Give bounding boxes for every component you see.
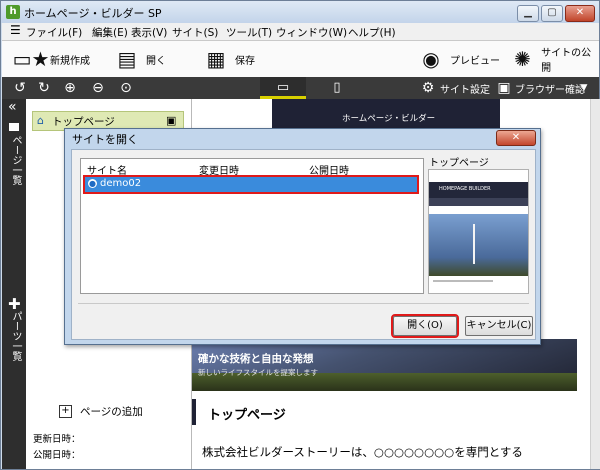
add-page-button[interactable]: + ページの追加	[59, 404, 143, 419]
preview-button[interactable]: ◉ プレビュー	[418, 45, 500, 73]
preview-button-label: プレビュー	[450, 55, 500, 67]
undo-icon[interactable]: ↺	[12, 80, 28, 96]
dialog-body: サイト名 変更日時 公開日時 ● demo02 トップページ HOMEPAGE …	[71, 149, 536, 340]
collapse-panel-button[interactable]: «	[8, 99, 17, 115]
site-row-name: demo02	[100, 178, 142, 189]
publish-button-label: サイトの公開	[541, 48, 592, 74]
menu-bar: ☰ ファイル(F) 編集(E) 表示(V) サイト(S) ツール(T) ウィンド…	[2, 23, 599, 41]
save-button[interactable]: ▦ 保存	[203, 45, 255, 73]
browser-check-button[interactable]: ブラウザー確認	[515, 81, 585, 96]
menu-view[interactable]: 表示(V)	[131, 25, 167, 40]
updated-label: 更新日時：	[33, 434, 81, 445]
page-file-icon: ▣	[166, 114, 177, 127]
preview-turbine-icon	[473, 224, 475, 264]
dialog-separator	[78, 303, 529, 304]
main-toolbar: ▭★ 新規作成 ▤ 開く ▦ 保存 ◉ プレビュー ✺ サイトの公開	[2, 41, 599, 78]
site-header-title: ホームページ・ビルダー	[342, 114, 436, 124]
zoom-reset-icon[interactable]: ⊙	[118, 80, 134, 96]
zoom-out-icon[interactable]: ⊖	[90, 80, 106, 96]
menu-edit[interactable]: 編集(E)	[92, 25, 128, 40]
preview-text	[433, 280, 493, 282]
site-preview-thumbnail: HOMEPAGE BUILDER	[428, 169, 529, 294]
new-file-icon: ▭★	[12, 47, 50, 71]
vertical-scrollbar[interactable]	[590, 99, 600, 469]
smartphone-icon: ▯	[333, 80, 341, 95]
window-title: ホームページ・ビルダー SP	[24, 7, 162, 20]
browser-icon: ▣	[497, 80, 511, 96]
new-button[interactable]: ▭★ 新規作成	[12, 45, 90, 73]
cancel-button[interactable]: キャンセル(C)	[465, 316, 533, 336]
parts-list-tab[interactable]: パーツ一覧	[8, 311, 23, 361]
redo-icon[interactable]: ↻	[36, 80, 52, 96]
site-settings-button[interactable]: サイト設定	[440, 81, 490, 96]
menu-icon[interactable]: ☰	[10, 23, 21, 37]
save-button-label: 保存	[235, 55, 255, 67]
open-site-dialog: サイトを開く ✕ サイト名 変更日時 公開日時 ● demo02 トップページ …	[64, 128, 541, 345]
section-heading: トップページ	[208, 408, 286, 423]
publish-button[interactable]: ✺ サイトの公開	[510, 45, 599, 74]
preview-nav	[429, 198, 528, 206]
preview-hero	[429, 214, 528, 276]
maximize-icon[interactable]: ▢	[541, 5, 563, 22]
monitor-icon: ▭	[276, 80, 290, 95]
zoom-in-icon[interactable]: ⊕	[62, 80, 78, 96]
open-folder-icon: ▤	[117, 47, 137, 71]
menu-site[interactable]: サイト(S)	[172, 25, 218, 40]
menu-tools[interactable]: ツール(T)	[226, 25, 272, 40]
menu-help[interactable]: ヘルプ(H)	[348, 25, 396, 40]
hero-image: 確かな技術と自由な発想 新しいライフスタイルを提案します	[192, 339, 577, 391]
col-modified[interactable]: 変更日時	[199, 162, 239, 177]
publish-globe-icon: ✺	[514, 47, 531, 71]
col-site-name[interactable]: サイト名	[87, 162, 127, 177]
col-published[interactable]: 公開日時	[309, 162, 349, 177]
heading-accent	[192, 399, 196, 425]
open-button-label: 開く	[146, 55, 166, 67]
published-label: 公開日時：	[33, 450, 81, 461]
preview-site-title: HOMEPAGE BUILDER	[439, 186, 491, 192]
gear-icon: ⚙	[421, 80, 435, 96]
menu-file[interactable]: ファイル(F)	[26, 25, 82, 40]
title-bar: h ホームページ・ビルダー SP ▁ ▢ ✕	[1, 1, 599, 23]
app-icon: h	[6, 5, 20, 19]
site-globe-icon: ●	[88, 179, 97, 188]
preview-label: トップページ	[429, 158, 489, 169]
open-button[interactable]: ▤ 開く	[114, 45, 166, 73]
minimize-icon[interactable]: ▁	[517, 5, 539, 22]
app-window: h ホームページ・ビルダー SP ▁ ▢ ✕ ☰ ファイル(F) 編集(E) 表…	[0, 0, 600, 470]
add-page-label: ページの追加	[80, 406, 143, 418]
dialog-title: サイトを開く	[72, 133, 138, 146]
new-button-label: 新規作成	[50, 55, 90, 67]
add-page-icon: +	[59, 405, 72, 418]
dialog-close-icon[interactable]: ✕	[496, 130, 536, 146]
body-text: 株式会社ビルダーストーリーは、○○○○○○○○を専門とする	[202, 445, 523, 459]
page-item-label: トップページ	[52, 116, 115, 128]
tab-pc-view[interactable]: ▭	[260, 77, 306, 99]
chevron-down-icon[interactable]: ▼	[576, 80, 592, 96]
menu-window[interactable]: ウィンドウ(W)	[276, 25, 347, 40]
page-list-tab[interactable]: ページ一覧	[8, 135, 23, 185]
preview-header: HOMEPAGE BUILDER	[429, 182, 528, 198]
site-list[interactable]: サイト名 変更日時 公開日時 ● demo02	[80, 158, 424, 294]
left-rail: « ページ一覧 ✚ パーツ一覧	[2, 99, 26, 469]
preview-eye-icon: ◉	[422, 47, 440, 71]
edit-toolbar: ↺ ↻ ⊕ ⊖ ⊙ ▭ ▯ ⚙ サイト設定 ▣ ブラウザー確認 ▼	[2, 77, 599, 99]
hero-subtitle: 新しいライフスタイルを提案します	[198, 368, 318, 377]
close-icon[interactable]: ✕	[565, 5, 595, 22]
hero-title: 確かな技術と自由な発想	[198, 353, 314, 365]
page-list-icon	[9, 123, 19, 131]
tab-smartphone-view[interactable]: ▯	[314, 77, 360, 99]
site-row[interactable]: ● demo02	[83, 175, 419, 194]
open-button-dialog[interactable]: 開く(O)	[391, 314, 459, 338]
home-page-icon: ⌂	[37, 114, 44, 127]
save-icon: ▦	[206, 47, 226, 71]
